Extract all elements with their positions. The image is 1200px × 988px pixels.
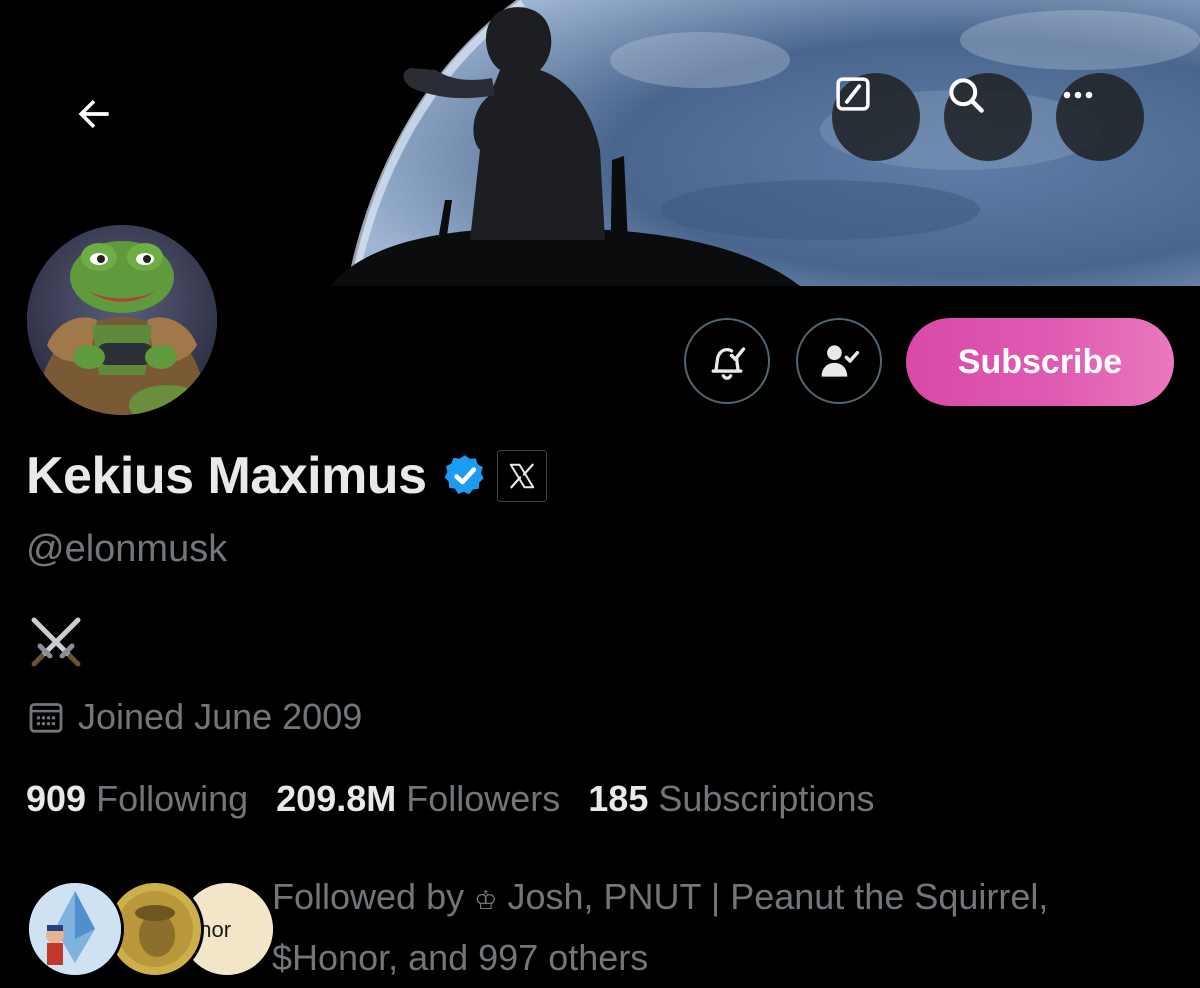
- more-horizontal-icon: [1063, 91, 1093, 99]
- user-handle: @elonmusk: [26, 528, 228, 570]
- followers-label: Followers: [406, 778, 561, 819]
- following-label: Following: [96, 778, 249, 819]
- search-icon: [949, 78, 984, 113]
- followed-by-prefix: Followed by: [272, 876, 465, 917]
- more-button[interactable]: [1056, 73, 1144, 161]
- follower-avatar: [26, 880, 124, 978]
- followers-stat[interactable]: 209.8M Followers: [276, 778, 560, 820]
- search-button[interactable]: [944, 73, 1032, 161]
- arrow-left-icon: [78, 99, 109, 129]
- followers-count: 209.8M: [276, 778, 397, 819]
- followed-by-text[interactable]: Followed by ♔ Josh, PNUT | Peanut the Sq…: [272, 868, 1172, 987]
- person-check-icon: [821, 345, 860, 377]
- display-name: Kekius Maximus: [26, 447, 427, 505]
- crown-icon: ♔: [474, 885, 498, 915]
- verified-badge-icon: [444, 455, 484, 495]
- following-stat[interactable]: 909 Following: [26, 778, 248, 820]
- subscriptions-stat[interactable]: 185 Subscriptions: [588, 778, 874, 820]
- x-logo-icon: [509, 463, 534, 489]
- slash-box-icon: [836, 77, 870, 111]
- subscribe-button[interactable]: Subscribe: [906, 318, 1174, 406]
- affiliation-badge[interactable]: [496, 450, 547, 502]
- crossed-swords-icon: [31, 617, 81, 667]
- following-button[interactable]: [796, 318, 882, 404]
- following-count: 909: [26, 778, 87, 819]
- joined-date-row: Joined June 2009: [26, 696, 362, 738]
- bio: [28, 614, 84, 670]
- avatar[interactable]: [24, 222, 220, 418]
- verified-badge[interactable]: [441, 452, 489, 500]
- subscriptions-label: Subscriptions: [658, 778, 875, 819]
- bell-check-icon: [711, 347, 746, 380]
- calendar-icon: [26, 697, 66, 737]
- back-button[interactable]: [72, 92, 128, 148]
- name-row: Kekius Maximus: [26, 446, 547, 506]
- joined-date: Joined June 2009: [78, 696, 363, 737]
- notifications-button[interactable]: [684, 318, 770, 404]
- avatar-image: [27, 225, 217, 415]
- edit-button[interactable]: [832, 73, 920, 161]
- subscriptions-count: 185: [588, 778, 649, 819]
- stats-row: 909 Following 209.8M Followers 185 Subsc…: [26, 778, 902, 820]
